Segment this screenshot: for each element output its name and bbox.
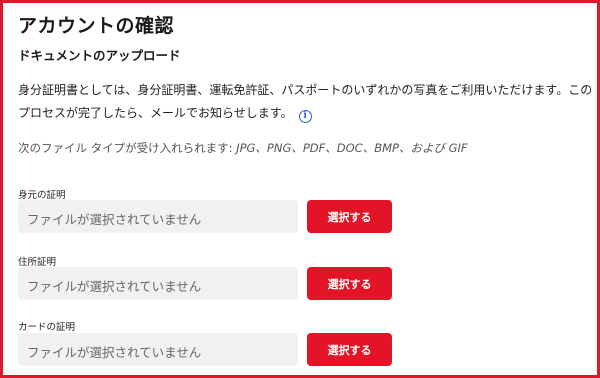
address-proof-choose-button[interactable]: 選択する xyxy=(307,267,392,300)
formats-prefix: 次のファイル タイプが受け入れられます: xyxy=(18,141,237,155)
address-proof-label: 住所証明 xyxy=(18,257,57,268)
card-proof-file-status: ファイルが選択されていません xyxy=(27,345,202,360)
info-icon[interactable]: i xyxy=(298,110,312,123)
identity-proof-label: 身元の証明 xyxy=(18,190,66,201)
address-proof-file-status: ファイルが選択されていません xyxy=(27,279,202,294)
section-title: ドキュメントのアップロード xyxy=(18,48,181,63)
description: 身分証明書としては、身分証明書、運転免許証、パスポートのいずれかの写真をご利用い… xyxy=(18,79,594,125)
accepted-formats: 次のファイル タイプが受け入れられます: JPG、PNG、PDF、DOC、BMP… xyxy=(18,140,468,156)
card-proof-label: カードの証明 xyxy=(18,322,76,333)
identity-proof-file-field[interactable]: ファイルが選択されていません xyxy=(18,200,298,233)
card-proof-choose-button[interactable]: 選択する xyxy=(307,333,392,366)
verification-panel: アカウントの確認 ドキュメントのアップロード 身分証明書としては、身分証明書、運… xyxy=(0,0,600,378)
identity-proof-file-status: ファイルが選択されていません xyxy=(27,212,202,227)
identity-proof-choose-button[interactable]: 選択する xyxy=(307,200,392,233)
formats-list: JPG、PNG、PDF、DOC、BMP、および GIF xyxy=(236,141,468,155)
card-proof-file-field[interactable]: ファイルが選択されていません xyxy=(18,333,298,366)
address-proof-file-field[interactable]: ファイルが選択されていません xyxy=(18,267,298,300)
page-title: アカウントの確認 xyxy=(18,15,175,37)
